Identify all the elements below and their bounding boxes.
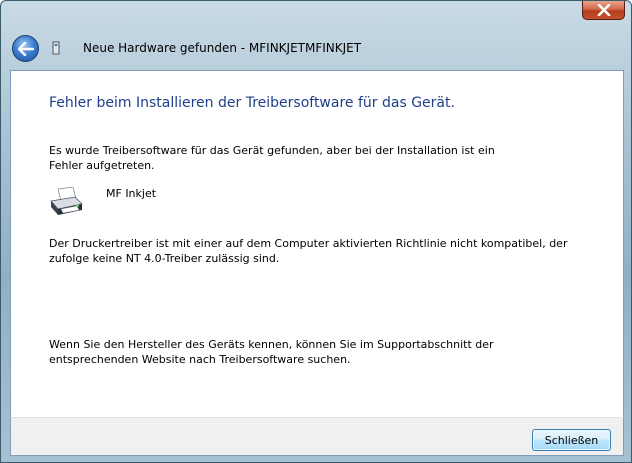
error-detail-text: Der Druckertreiber ist mit einer auf dem… [49,237,568,265]
content-panel: Fehler beim Installieren der Treibersoft… [10,70,624,417]
hint-text: Wenn Sie den Hersteller des Geräts kenne… [49,338,494,366]
back-arrow-icon [17,41,34,56]
intro-text: Es wurde Treibersoftware für das Gerät g… [49,144,495,172]
hardware-icon [52,41,60,55]
back-button[interactable] [12,35,39,62]
close-dialog-button[interactable]: Schließen [532,429,611,451]
dialog-footer: Schließen [10,417,624,456]
printer-icon [50,187,83,215]
main-heading: Fehler beim Installieren der Treibersoft… [49,95,455,111]
close-icon [597,4,610,16]
device-name: MF Inkjet [106,187,157,200]
dialog-window: Neue Hardware gefunden - MFINKJETMFINKJE… [0,0,632,463]
background-blur [61,9,321,39]
window-title: Neue Hardware gefunden - MFINKJETMFINKJE… [83,41,362,55]
window-close-button[interactable] [582,1,625,20]
